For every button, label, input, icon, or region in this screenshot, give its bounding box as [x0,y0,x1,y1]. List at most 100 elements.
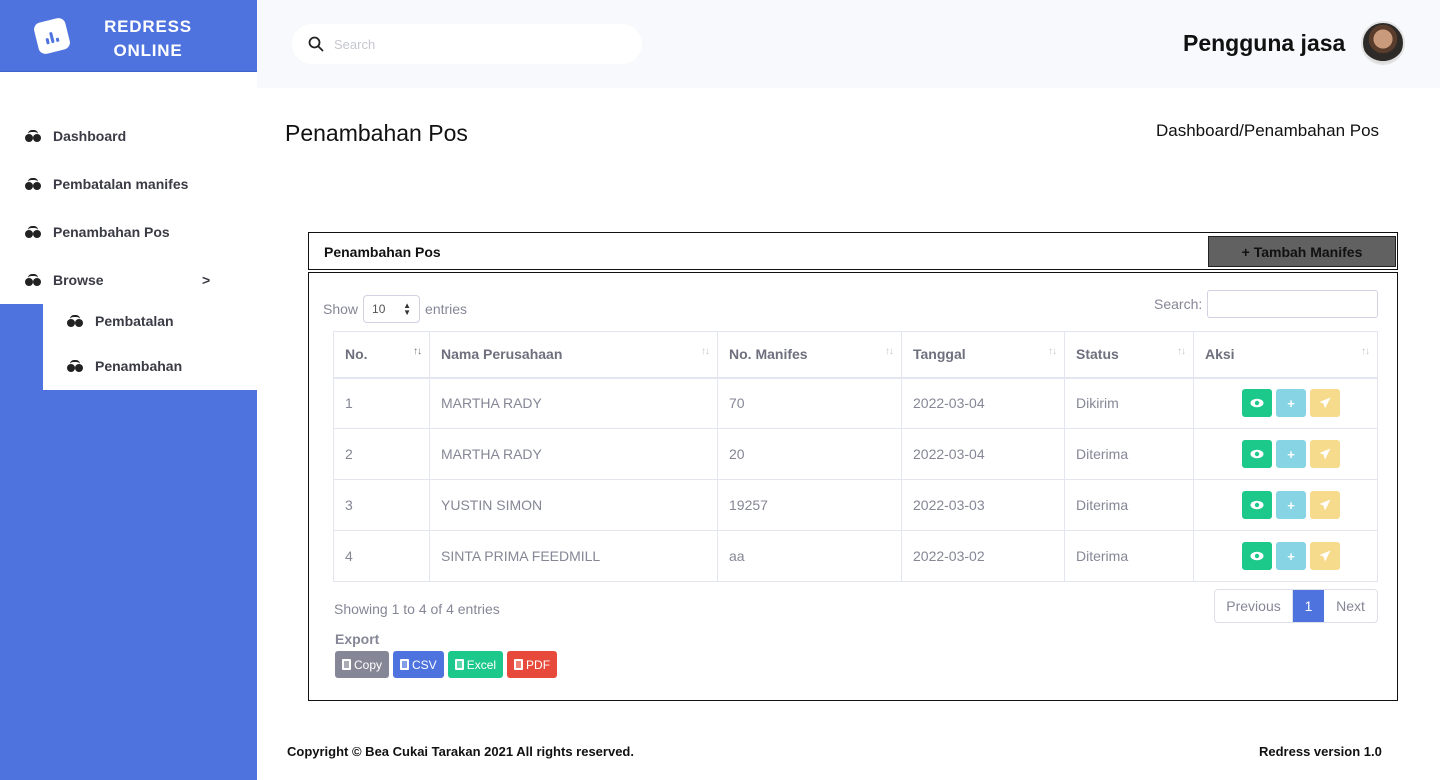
copy-button[interactable]: Copy [335,651,390,678]
cell-status: Diterima [1064,428,1194,480]
col-header-no-manifes[interactable]: No. Manifes ↑↓ [717,331,902,379]
view-button[interactable] [1242,440,1272,468]
send-button[interactable] [1310,491,1340,519]
plus-icon: + [1287,395,1295,411]
sort-icon: ↑↓ [1361,346,1370,357]
send-button[interactable] [1310,440,1340,468]
cell-no-manifes: aa [717,530,902,582]
sort-icon: ↑↓ [701,346,710,357]
cell-aksi: + [1193,479,1378,531]
add-manifes-button[interactable]: + Tambah Manifes [1208,236,1396,267]
table-info: Showing 1 to 4 of 4 entries [334,601,500,617]
copy-icon [400,659,410,670]
sidebar-item-browse[interactable]: Browse > [25,268,225,292]
table-header-row: No. ↑↓ Nama Perusahaan ↑↓ No. Manifes ↑↓ Ta… [333,331,1378,379]
view-button[interactable] [1242,491,1272,519]
card-body: Show 10 ▲ ▼ entries Search: No. ↑↓ Nama Pe… [308,272,1398,701]
sort-icon: ↑↓ [885,346,894,357]
table-row: 4 SINTA PRIMA FEEDMILL aa 2022-03-02 Dit… [333,530,1378,582]
cell-aksi: + [1193,530,1378,582]
next-page-button[interactable]: Next [1324,590,1377,622]
export-buttons: Copy CSV Excel PDF [335,651,558,678]
add-button[interactable]: + [1276,542,1306,570]
search-bar[interactable] [292,24,642,64]
page-length-value: 10 [372,302,386,316]
search-icon [308,36,324,52]
data-table: No. ↑↓ Nama Perusahaan ↑↓ No. Manifes ↑↓ Ta… [333,331,1378,582]
paper-plane-icon [1319,499,1331,511]
cell-status: Diterima [1064,530,1194,582]
brand-name: REDRESS ONLINE [104,17,192,60]
binoculars-icon [25,178,43,190]
sidebar-item-label: Pembatalan manifes [53,176,189,192]
add-button[interactable]: + [1276,440,1306,468]
avatar[interactable] [1361,21,1405,65]
paper-plane-icon [1319,448,1331,460]
sidebar-item-label: Dashboard [53,128,127,144]
table-search-label: Search: [1154,296,1203,312]
chevron-right-icon: > [202,272,211,288]
copy-icon [514,659,524,670]
binoculars-icon [67,360,85,372]
sidebar: REDRESS ONLINE Dashboard Pembatalan mani… [0,0,257,780]
cell-tanggal: 2022-03-04 [901,428,1065,480]
search-input[interactable] [334,36,614,52]
sidebar-subitem-penambahan[interactable]: Penambahan [67,354,182,378]
table-row: 3 YUSTIN SIMON 19257 2022-03-03 Diterima… [333,479,1378,531]
table-search-input[interactable] [1207,290,1378,318]
paper-plane-icon [1319,397,1331,409]
view-button[interactable] [1242,389,1272,418]
binoculars-icon [25,130,43,142]
page-length-control: Show 10 ▲ ▼ entries [323,295,467,323]
cell-no-manifes: 19257 [717,479,902,531]
binoculars-icon [25,274,43,286]
cell-tanggal: 2022-03-03 [901,479,1065,531]
sort-asc-icon: ↑↓ [413,346,422,357]
breadcrumb[interactable]: Dashboard/Penambahan Pos [1156,121,1379,141]
entries-label: entries [425,301,468,317]
eye-icon [1250,551,1264,561]
cell-no-manifes: 20 [717,428,902,480]
plus-icon: + [1287,548,1295,564]
copy-icon [342,659,351,670]
cell-no: 2 [333,428,430,480]
sidebar-item-dashboard[interactable]: Dashboard [25,124,126,148]
sort-icon: ↑↓ [1048,346,1057,357]
send-button[interactable] [1310,542,1340,570]
binoculars-icon [67,315,85,327]
col-header-aksi[interactable]: Aksi ↑↓ [1193,331,1378,379]
previous-page-button[interactable]: Previous [1215,590,1293,622]
brand[interactable]: REDRESS ONLINE [0,0,257,72]
cell-tanggal: 2022-03-04 [901,377,1065,429]
show-label: Show [323,301,359,317]
csv-button[interactable]: CSV [393,651,444,678]
pdf-button[interactable]: PDF [507,651,558,678]
view-button[interactable] [1242,542,1272,570]
paper-plane-icon [1319,550,1331,562]
sidebar-subitem-label: Penambahan [95,358,183,374]
card-title: Penambahan Pos [324,244,441,260]
col-header-no[interactable]: No. ↑↓ [333,331,430,379]
add-button[interactable]: + [1276,491,1306,519]
cell-nama-perusahaan: SINTA PRIMA FEEDMILL [429,530,718,582]
cell-aksi: + [1193,377,1378,429]
page-title: Penambahan Pos [285,120,468,146]
sidebar-subitem-pembatalan[interactable]: Pembatalan [67,309,174,333]
user-name[interactable]: Pengguna jasa [1183,30,1345,57]
col-header-nama-perusahaan[interactable]: Nama Perusahaan ↑↓ [429,331,718,379]
plus-icon: + [1287,497,1295,513]
sidebar-item-pembatalan-manifes[interactable]: Pembatalan manifes [25,172,188,196]
excel-button[interactable]: Excel [447,651,504,678]
col-header-tanggal[interactable]: Tanggal ↑↓ [901,331,1065,379]
pagination: Previous 1 Next [1214,589,1378,623]
page-1-button[interactable]: 1 [1293,590,1324,622]
add-button[interactable]: + [1276,389,1306,418]
sidebar-menu: Dashboard Pembatalan manifes Penambahan … [0,72,257,304]
send-button[interactable] [1310,389,1340,418]
eye-icon [1250,398,1264,408]
eye-icon [1250,449,1264,459]
page-length-select[interactable]: 10 ▲ ▼ [363,295,421,323]
sidebar-item-penambahan-pos[interactable]: Penambahan Pos [25,220,170,244]
cell-status: Diterima [1064,479,1194,531]
col-header-status[interactable]: Status ↑↓ [1064,331,1194,379]
